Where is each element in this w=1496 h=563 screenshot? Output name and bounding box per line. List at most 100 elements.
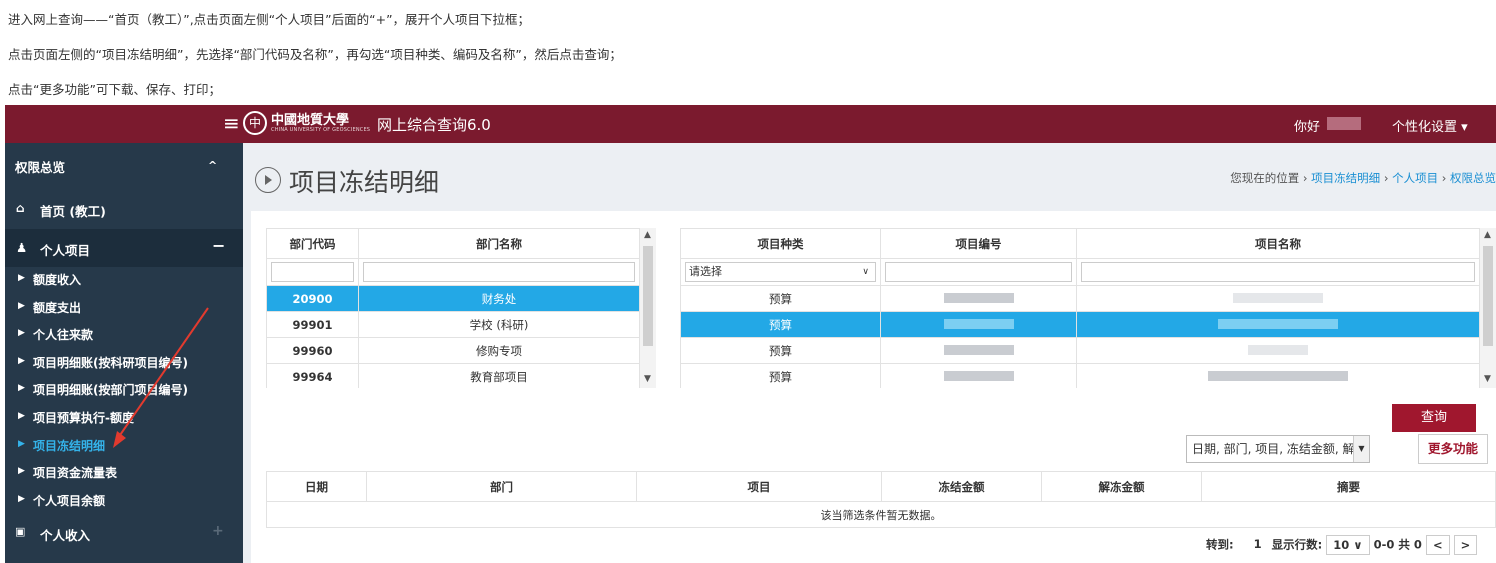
main-content: 项目冻结明细 您现在的位置 › 项目冻结明细 › 个人项目 › 权限总览 部门代…: [243, 143, 1496, 563]
column-chooser-select[interactable]: 日期, 部门, 项目, 冻结金额, 解 ▼: [1186, 435, 1370, 463]
redacted-value: [943, 370, 1014, 381]
chevron-up-icon[interactable]: ^: [208, 159, 217, 172]
personal-settings-menu[interactable]: 个性化设置 ▾: [1392, 116, 1468, 135]
greeting: 你好: [1294, 120, 1321, 135]
collapse-icon[interactable]: −: [212, 236, 225, 255]
column-header-dept-code[interactable]: 部门代码: [266, 228, 359, 259]
sidebar-section-overview[interactable]: 权限总览 ^: [5, 157, 243, 177]
breadcrumb-item-frozen-detail[interactable]: 项目冻结明细: [1311, 171, 1380, 185]
redacted-value: [1233, 292, 1323, 303]
breadcrumb-separator: ›: [1383, 171, 1389, 185]
project-code-filter-input[interactable]: [885, 262, 1072, 282]
table-row[interactable]: 预算: [680, 311, 1480, 338]
sidebar-item-5[interactable]: ▶ 项目预算执行-额度: [5, 409, 243, 429]
scrollbar-thumb[interactable]: [1483, 246, 1493, 346]
sidebar-item-6[interactable]: ▶ 项目冻结明细: [5, 437, 243, 457]
breadcrumb-item-overview[interactable]: 权限总览: [1450, 171, 1496, 185]
instruction-line-3: 点击“更多功能”可下载、保存、打印；: [8, 82, 221, 97]
redacted-value: [1218, 318, 1338, 329]
project-table-scrollbar[interactable]: ▲ ▼: [1480, 228, 1496, 388]
caret-right-icon: ▶: [18, 383, 25, 394]
column-header-department[interactable]: 部门: [366, 471, 637, 502]
project-name-filter-input[interactable]: [1081, 262, 1475, 282]
scroll-up-icon[interactable]: ▲: [644, 230, 651, 240]
sidebar-item-personal-projects[interactable]: ♟ 个人项目 −: [5, 229, 243, 267]
sidebar-item-personal-income[interactable]: ▣ 个人收入 +: [5, 523, 243, 545]
sidebar-item-3[interactable]: ▶ 项目明细账(按科研项目编号): [5, 354, 243, 374]
breadcrumb-separator: ›: [1302, 171, 1308, 185]
caret-right-icon: ▶: [18, 493, 25, 504]
scrollbar-thumb[interactable]: [643, 246, 653, 346]
rows-per-page-select[interactable]: 10 ∨: [1326, 535, 1370, 555]
sidebar-item-label: 额度支出: [33, 300, 82, 315]
instruction-line-2: 点击页面左侧的“项目冻结明细”，先选择“部门代码及名称”，再勾选“项目种类、编码…: [8, 47, 622, 62]
project-name-cell: [1076, 363, 1480, 388]
sidebar: 权限总览 ^ ⌂ 首页 (教工) ♟ 个人项目 − ▣ 个人收入 + ▶ 额度收入…: [5, 143, 243, 563]
project-type-cell: 预算: [680, 311, 881, 338]
project-table: 项目种类 项目编号 项目名称 请选择 ∨ 预算 预算 预算 预算: [680, 228, 1480, 388]
chevron-down-icon[interactable]: ▼: [1353, 436, 1369, 462]
sidebar-item-label: 项目明细账(按部门项目编号): [33, 383, 188, 398]
breadcrumb-item-personal-projects[interactable]: 个人项目: [1392, 171, 1438, 185]
filter-cell: [358, 258, 640, 286]
project-code-cell: [880, 363, 1077, 388]
sidebar-section-label: 权限总览: [15, 160, 66, 175]
dept-name-filter-input[interactable]: [363, 262, 635, 282]
column-header-dept-name[interactable]: 部门名称: [358, 228, 640, 259]
sidebar-item-4[interactable]: ▶ 项目明细账(按部门项目编号): [5, 381, 243, 401]
project-type-cell: 预算: [680, 363, 881, 388]
filter-cell: [1076, 258, 1480, 286]
page-title: 项目冻结明细: [289, 168, 440, 197]
sidebar-item-label: 项目冻结明细: [33, 438, 106, 453]
project-type-select[interactable]: 请选择 ∨: [685, 262, 876, 282]
column-header-unfrozen-amount[interactable]: 解冻金额: [1041, 471, 1202, 502]
column-header-project-name[interactable]: 项目名称: [1076, 228, 1480, 259]
project-type-cell: 预算: [680, 285, 881, 312]
query-button[interactable]: 查询: [1392, 404, 1476, 432]
scroll-down-icon[interactable]: ▼: [644, 374, 651, 384]
project-name-cell: [1076, 311, 1480, 338]
redacted-value: [1208, 370, 1348, 381]
expand-icon[interactable]: +: [212, 523, 224, 539]
sidebar-item-7[interactable]: ▶ 项目资金流量表: [5, 464, 243, 484]
sidebar-item-2[interactable]: ▶ 个人往来款: [5, 326, 243, 346]
university-logo-icon: 中: [243, 111, 267, 135]
project-type-cell: 预算: [680, 337, 881, 364]
menu-icon[interactable]: ≡: [223, 112, 240, 134]
pager-goto-label: 转到:: [1206, 537, 1234, 552]
project-code-cell: [880, 285, 1077, 312]
table-row[interactable]: 20900 财务处: [266, 285, 640, 312]
scroll-down-icon[interactable]: ▼: [1484, 374, 1491, 384]
play-circle-icon: [255, 167, 281, 193]
sidebar-item-0[interactable]: ▶ 额度收入: [5, 271, 243, 291]
prev-page-button[interactable]: <: [1425, 535, 1450, 555]
column-header-project[interactable]: 项目: [636, 471, 882, 502]
column-header-frozen-amount[interactable]: 冻结金额: [881, 471, 1042, 502]
sidebar-item-home[interactable]: ⌂ 首页 (教工): [5, 201, 243, 221]
column-header-project-code[interactable]: 项目编号: [880, 228, 1077, 259]
dept-code-filter-input[interactable]: [271, 262, 354, 282]
sidebar-item-label: 个人收入: [40, 528, 91, 543]
breadcrumb-prefix: 您现在的位置: [1230, 171, 1300, 185]
project-code-cell: [880, 337, 1077, 364]
column-header-project-type[interactable]: 项目种类: [680, 228, 881, 259]
table-row[interactable]: 预算: [680, 363, 1480, 388]
more-functions-button[interactable]: 更多功能: [1418, 434, 1488, 464]
table-row[interactable]: 99964 教育部项目: [266, 363, 640, 388]
table-row[interactable]: 99901 学校 (科研): [266, 311, 640, 338]
table-row[interactable]: 预算: [680, 285, 1480, 312]
sidebar-item-1[interactable]: ▶ 额度支出: [5, 299, 243, 319]
sidebar-item-label: 项目明细账(按科研项目编号): [33, 355, 188, 370]
table-row[interactable]: 预算: [680, 337, 1480, 364]
sidebar-item-8[interactable]: ▶ 个人项目余额: [5, 492, 243, 512]
table-row[interactable]: 99960 修购专项: [266, 337, 640, 364]
breadcrumb-separator: ›: [1441, 171, 1447, 185]
page-number-input[interactable]: 1: [1237, 535, 1268, 555]
column-header-date[interactable]: 日期: [266, 471, 367, 502]
next-page-button[interactable]: >: [1453, 535, 1478, 555]
scroll-up-icon[interactable]: ▲: [1484, 230, 1491, 240]
department-table-scrollbar[interactable]: ▲ ▼: [640, 228, 656, 388]
redacted-value: [943, 318, 1014, 329]
system-title: 网上综合查询6.0: [377, 116, 491, 134]
column-header-summary[interactable]: 摘要: [1201, 471, 1496, 502]
